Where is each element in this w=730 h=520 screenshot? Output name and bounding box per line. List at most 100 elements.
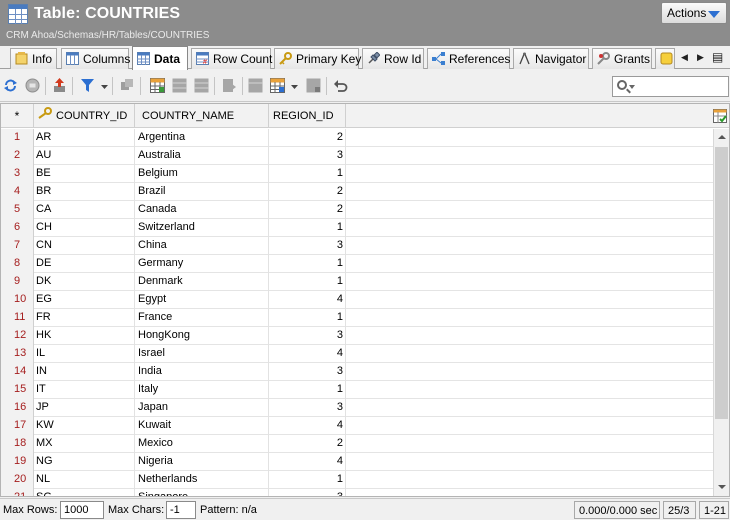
tab-columns[interactable]: Columns [61,48,130,69]
search-input[interactable] [612,76,729,97]
country-name-cell[interactable]: Brazil [135,183,269,201]
region-id-cell[interactable]: 1 [269,273,346,291]
tab-more[interactable] [655,48,675,69]
region-id-cell[interactable]: 1 [269,165,346,183]
tab-row-count[interactable]: # Row Count [191,48,272,69]
chevron-right-icon[interactable]: ▶ [697,52,704,63]
table-row[interactable]: 10 EG Egypt 4 [1,291,713,309]
stop-icon[interactable] [25,78,40,93]
region-id-cell[interactable]: 2 [269,129,346,147]
country-id-cell[interactable]: IT [34,381,135,399]
undo-icon[interactable] [333,78,348,93]
country-id-cell[interactable]: MX [34,435,135,453]
region-id-cell[interactable]: 4 [269,453,346,471]
scroll-down-icon[interactable] [714,480,729,496]
region-id-cell[interactable]: 4 [269,345,346,363]
tab-data[interactable]: Data [132,46,188,70]
layout-dropdown-icon[interactable] [290,78,299,93]
country-name-cell[interactable]: Mexico [135,435,269,453]
vertical-scrollbar[interactable] [713,129,729,496]
country-name-cell[interactable]: India [135,363,269,381]
table-row[interactable]: 21 SG Singapore 3 [1,489,713,496]
table-row[interactable]: 14 IN India 3 [1,363,713,381]
region-id-cell[interactable]: 3 [269,399,346,417]
region-id-cell[interactable]: 3 [269,147,346,165]
form-view-icon[interactable] [248,78,263,93]
country-id-cell[interactable]: IL [34,345,135,363]
country-name-cell[interactable]: Nigeria [135,453,269,471]
country-id-cell[interactable]: BR [34,183,135,201]
country-id-cell[interactable]: CN [34,237,135,255]
country-name-cell[interactable]: Israel [135,345,269,363]
filter-icon[interactable] [80,78,95,93]
region-id-cell[interactable]: 1 [269,471,346,489]
export-icon[interactable] [52,78,67,93]
select-all-cell[interactable]: * [1,104,34,128]
table-row[interactable]: 11 FR France 1 [1,309,713,327]
tab-grants[interactable]: Grants [592,48,652,69]
region-id-cell[interactable]: 3 [269,327,346,345]
table-row[interactable]: 20 NL Netherlands 1 [1,471,713,489]
tab-navigator[interactable]: Navigator [513,48,589,69]
table-row[interactable]: 3 BE Belgium 1 [1,165,713,183]
table-row[interactable]: 6 CH Switzerland 1 [1,219,713,237]
country-id-cell[interactable]: KW [34,417,135,435]
table-row[interactable]: 4 BR Brazil 2 [1,183,713,201]
copy-icon[interactable] [120,78,135,93]
country-id-cell[interactable]: BE [34,165,135,183]
country-id-cell[interactable]: IN [34,363,135,381]
region-id-cell[interactable]: 3 [269,489,346,496]
delete-row-icon[interactable] [194,78,209,93]
table-row[interactable]: 19 NG Nigeria 4 [1,453,713,471]
country-name-cell[interactable]: Argentina [135,129,269,147]
chevron-left-icon[interactable]: ◀ [681,52,688,63]
max-chars-input[interactable]: -1 [166,501,196,519]
table-row[interactable]: 15 IT Italy 1 [1,381,713,399]
save-changes-icon[interactable] [222,78,237,93]
country-id-cell[interactable]: NG [34,453,135,471]
column-header-country-id[interactable]: COUNTRY_ID [34,104,135,128]
region-id-cell[interactable]: 2 [269,201,346,219]
table-row[interactable]: 2 AU Australia 3 [1,147,713,165]
transpose-icon[interactable] [306,78,321,93]
tab-references[interactable]: References [427,48,510,69]
table-row[interactable]: 7 CN China 3 [1,237,713,255]
country-id-cell[interactable]: DK [34,273,135,291]
country-name-cell[interactable]: Denmark [135,273,269,291]
table-row[interactable]: 16 JP Japan 3 [1,399,713,417]
country-id-cell[interactable]: SG [34,489,135,496]
actions-button[interactable]: Actions [661,2,727,24]
tab-list-icon[interactable]: ▤ [712,50,723,64]
country-name-cell[interactable]: China [135,237,269,255]
country-id-cell[interactable]: AU [34,147,135,165]
country-name-cell[interactable]: Netherlands [135,471,269,489]
table-row[interactable]: 17 KW Kuwait 4 [1,417,713,435]
max-rows-input[interactable]: 1000 [60,501,104,519]
region-id-cell[interactable]: 2 [269,183,346,201]
country-name-cell[interactable]: Japan [135,399,269,417]
search-options-icon[interactable] [629,85,635,89]
country-id-cell[interactable]: NL [34,471,135,489]
grid-view-icon[interactable] [150,78,165,93]
grid-layout-icon[interactable] [270,78,285,93]
country-name-cell[interactable]: Germany [135,255,269,273]
country-id-cell[interactable]: AR [34,129,135,147]
insert-row-icon[interactable] [172,78,187,93]
country-name-cell[interactable]: Canada [135,201,269,219]
table-row[interactable]: 13 IL Israel 4 [1,345,713,363]
scrollbar-thumb[interactable] [715,147,728,419]
country-id-cell[interactable]: CA [34,201,135,219]
filter-dropdown-icon[interactable] [100,78,109,93]
country-name-cell[interactable]: Italy [135,381,269,399]
country-id-cell[interactable]: HK [34,327,135,345]
region-id-cell[interactable]: 1 [269,219,346,237]
country-id-cell[interactable]: JP [34,399,135,417]
table-row[interactable]: 8 DE Germany 1 [1,255,713,273]
region-id-cell[interactable]: 3 [269,363,346,381]
tab-row-id[interactable]: Row Id [362,48,424,69]
tab-info[interactable]: Info [10,48,57,69]
region-id-cell[interactable]: 4 [269,417,346,435]
region-id-cell[interactable]: 1 [269,309,346,327]
table-row[interactable]: 9 DK Denmark 1 [1,273,713,291]
table-row[interactable]: 18 MX Mexico 2 [1,435,713,453]
